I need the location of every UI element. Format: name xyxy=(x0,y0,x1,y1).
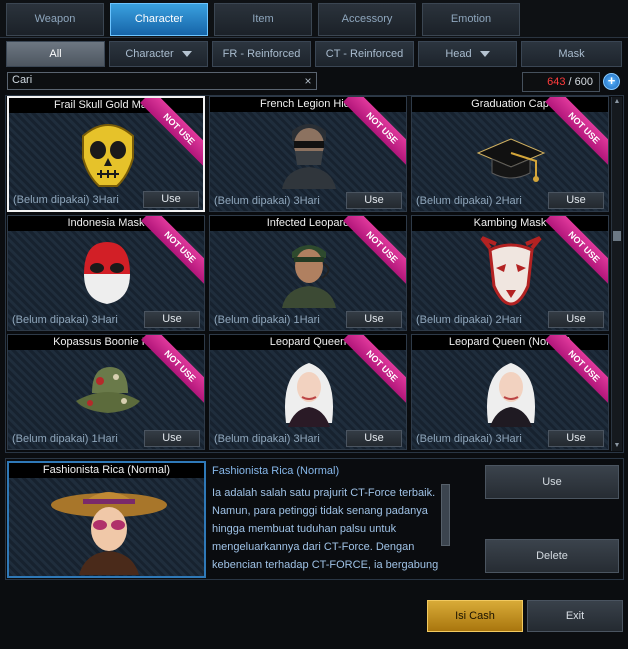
filter-character-label: Character xyxy=(125,48,174,60)
capacity-separator: / xyxy=(565,76,575,88)
tab-emotion[interactable]: Emotion xyxy=(422,3,520,36)
exit-button[interactable]: Exit xyxy=(527,600,623,632)
chevron-down-icon xyxy=(479,51,490,58)
capacity-used: 643 xyxy=(547,76,566,88)
item-status: (Belum dipakai) 3Hari xyxy=(214,195,320,207)
soldier-icon xyxy=(282,245,336,308)
female-character-icon xyxy=(284,363,334,427)
item-card[interactable]: Infected Leopard NOT USE (Belum dipakai)… xyxy=(209,215,407,331)
tab-accessory[interactable]: Accessory xyxy=(318,3,416,36)
detail-description: Ia adalah salah satu prajurit CT-Force t… xyxy=(212,487,439,578)
item-status: (Belum dipakai) 3Hari xyxy=(416,433,522,445)
chevron-down-icon xyxy=(181,51,192,58)
tab-weapon[interactable]: Weapon xyxy=(6,3,104,36)
use-button[interactable]: Use xyxy=(485,465,619,499)
item-status: (Belum dipakai) 2Hari xyxy=(416,314,522,326)
item-status: (Belum dipakai) 1Hari xyxy=(12,433,118,445)
item-card[interactable]: Graduation Cap NOT USE (Belum dipakai) 2… xyxy=(411,96,609,212)
inventory-capacity: 643 / 600 xyxy=(522,72,600,92)
description-scroll-thumb[interactable] xyxy=(441,484,450,546)
filter-fr-label: FR - Reinforced xyxy=(222,48,301,60)
preview-title: Fashionista Rica (Normal) xyxy=(9,463,204,478)
skull-mask-icon xyxy=(82,124,134,187)
scroll-down-icon[interactable]: ▼ xyxy=(612,441,622,451)
item-use-button[interactable]: Use xyxy=(548,192,604,209)
item-use-button[interactable]: Use xyxy=(346,430,402,447)
item-grid-scrollbar[interactable]: ▲ ▼ xyxy=(611,97,622,451)
capacity-total: 600 xyxy=(574,76,593,88)
tab-character[interactable]: Character xyxy=(110,3,208,36)
item-use-button[interactable]: Use xyxy=(548,430,604,447)
scroll-up-icon[interactable]: ▲ xyxy=(612,97,622,107)
filter-all[interactable]: All xyxy=(6,41,105,67)
filter-tab-bar: All Character FR - Reinforced CT - Reinf… xyxy=(6,41,622,67)
item-status: (Belum dipakai) 3Hari xyxy=(12,314,118,326)
filter-fr-reinforced[interactable]: FR - Reinforced xyxy=(212,41,311,67)
item-status: (Belum dipakai) 1Hari xyxy=(214,314,320,326)
category-tab-bar: Weapon Character Item Accessory Emotion xyxy=(0,0,628,38)
item-use-button[interactable]: Use xyxy=(346,311,402,328)
clear-search-icon[interactable]: × xyxy=(300,72,316,90)
boonie-hat-icon xyxy=(76,367,140,413)
filter-ct-label: CT - Reinforced xyxy=(325,48,404,60)
expand-capacity-button[interactable]: + xyxy=(603,73,620,90)
tab-item[interactable]: Item xyxy=(214,3,312,36)
item-card[interactable]: Kambing Mask NOT USE (Belum dipakai) 2Ha… xyxy=(411,215,609,331)
fashionista-character-icon xyxy=(51,492,167,575)
item-use-button[interactable]: Use xyxy=(144,430,200,447)
item-status: (Belum dipakai) 3Hari xyxy=(214,433,320,445)
filter-head-dropdown[interactable]: Head xyxy=(418,41,517,67)
detail-item-name: Fashionista Rica (Normal) xyxy=(212,465,340,477)
filter-character-dropdown[interactable]: Character xyxy=(109,41,208,67)
item-status: (Belum dipakai) 3Hari xyxy=(13,194,119,206)
item-use-button[interactable]: Use xyxy=(144,311,200,328)
item-use-button[interactable]: Use xyxy=(548,311,604,328)
item-card[interactable]: Frail Skull Gold Mask NOT USE (Belum dip… xyxy=(7,96,205,212)
filter-all-label: All xyxy=(49,48,62,60)
item-card[interactable]: Leopard Queen NOT USE (Belum dipakai) 3H… xyxy=(209,334,407,450)
item-status: (Belum dipakai) 2Hari xyxy=(416,195,522,207)
scroll-thumb[interactable] xyxy=(613,231,621,241)
flag-mask-icon xyxy=(84,242,130,304)
delete-button[interactable]: Delete xyxy=(485,539,619,573)
item-card[interactable]: Leopard Queen (Normal) NOT USE (Belum di… xyxy=(411,334,609,450)
goat-mask-icon xyxy=(480,236,542,306)
isi-cash-button[interactable]: Isi Cash xyxy=(427,600,523,632)
filter-head-label: Head xyxy=(445,48,472,60)
search-input[interactable]: Cari xyxy=(7,72,317,90)
graduation-cap-icon xyxy=(476,138,546,182)
soldier-icon xyxy=(282,124,336,189)
filter-mask[interactable]: Mask xyxy=(521,41,622,67)
filter-mask-label: Mask xyxy=(558,48,585,60)
item-use-button[interactable]: Use xyxy=(143,191,199,208)
item-use-button[interactable]: Use xyxy=(346,192,402,209)
item-card[interactable]: Kopassus Boonie Hat NOT USE (Belum dipak… xyxy=(7,334,205,450)
filter-ct-reinforced[interactable]: CT - Reinforced xyxy=(315,41,414,67)
item-preview: Fashionista Rica (Normal) xyxy=(7,461,206,578)
item-card[interactable]: Indonesia Mask NOT USE (Belum dipakai) 3… xyxy=(7,215,205,331)
female-character-icon xyxy=(486,363,536,427)
item-card[interactable]: French Legion Hide NOT USE (Belum dipaka… xyxy=(209,96,407,212)
